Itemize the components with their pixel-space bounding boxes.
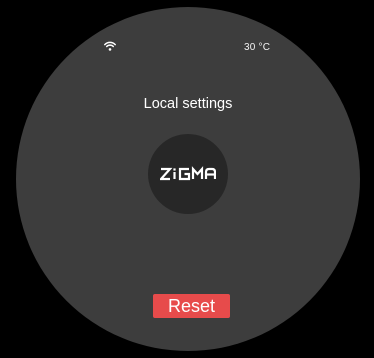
reset-button[interactable]: Reset bbox=[153, 294, 230, 318]
zigma-logo bbox=[160, 166, 216, 181]
logo-badge bbox=[148, 134, 228, 214]
wifi-icon bbox=[104, 41, 116, 51]
status-bar: 30 °C bbox=[16, 7, 360, 67]
screen: 30 °C Local settings Reset bbox=[0, 0, 374, 358]
temperature-readout: 30 °C bbox=[244, 42, 271, 53]
page-title: Local settings bbox=[143, 96, 233, 112]
round-display: 30 °C Local settings Reset bbox=[16, 7, 360, 351]
